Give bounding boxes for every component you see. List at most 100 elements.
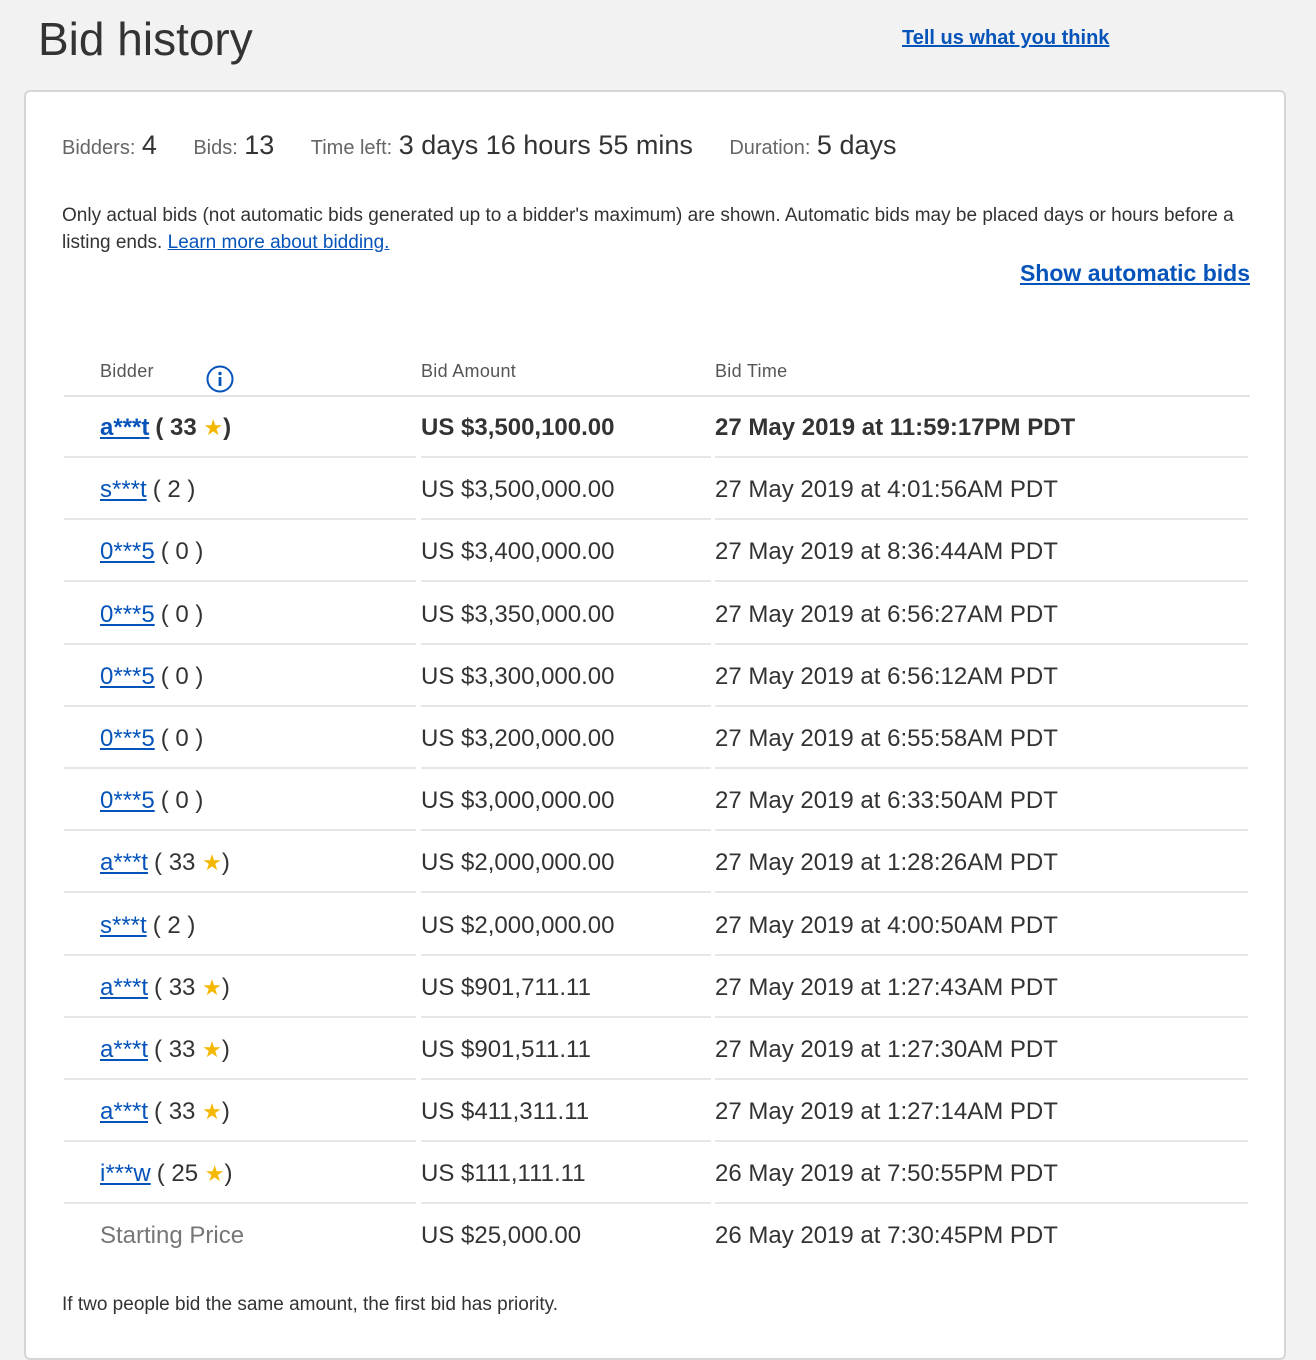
- table-header: Bidder Bid Amount Bid Time: [64, 345, 1250, 397]
- table-row: a***t( 33 ★) US $411,311.11 27 May 2019 at…: [64, 1082, 1254, 1144]
- bid-amount: US $3,000,000.00: [421, 771, 711, 832]
- bid-amount: US $2,000,000.00: [421, 833, 711, 894]
- feedback-open: ( 2 ): [152, 476, 196, 504]
- feedback-open: ( 0 ): [160, 724, 204, 752]
- bid-time: 27 May 2019 at 4:01:56AM PDT: [715, 460, 1248, 521]
- bid-amount: US $901,711.11: [421, 958, 711, 1018]
- bid-time: 27 May 2019 at 4:00:50AM PDT: [715, 896, 1248, 956]
- bid-table-body: a***t( 33 ★) US $3,500,100.00 27 May 2019 …: [64, 398, 1254, 1269]
- feedback-open: ( 0 ): [160, 538, 204, 566]
- priority-footnote: If two people bid the same amount, the f…: [62, 1294, 559, 1315]
- table-row: 0***5( 0 ) US $3,400,000.00 27 May 2019 a…: [64, 522, 1254, 584]
- bidder-cell: 0***5( 0 ): [64, 522, 416, 583]
- bidder-link[interactable]: 0***5: [100, 787, 155, 814]
- feedback-open: ( 0 ): [160, 787, 204, 815]
- feedback-close: ): [224, 1160, 233, 1188]
- bid-amount: US $3,500,000.00: [421, 460, 711, 521]
- feedback-score: ( 25 ★): [157, 1160, 233, 1187]
- bid-time: 27 May 2019 at 6:56:12AM PDT: [715, 647, 1248, 707]
- star-icon: ★: [202, 1099, 222, 1125]
- bidder-link[interactable]: a***t: [100, 849, 148, 876]
- bidder-link[interactable]: 0***5: [100, 663, 155, 690]
- bidder-link[interactable]: s***t: [100, 912, 147, 939]
- starting-price-label: Starting Price: [100, 1222, 245, 1250]
- feedback-open: ( 0 ): [160, 662, 204, 690]
- feedback-score: ( 2 ): [153, 476, 196, 503]
- feedback-close: ): [221, 1098, 230, 1126]
- feedback-open: ( 0 ): [160, 600, 204, 628]
- feedback-score: ( 0 ): [161, 538, 204, 565]
- feedback-close: ): [223, 414, 232, 441]
- bidder-cell: 0***5( 0 ): [64, 585, 416, 645]
- bidder-cell: a***t( 33 ★): [64, 833, 416, 894]
- bid-amount: US $3,500,100.00: [421, 398, 711, 458]
- bid-time: 27 May 2019 at 1:28:26AM PDT: [715, 833, 1248, 894]
- feedback-score: ( 33 ★): [155, 414, 231, 441]
- bid-amount: US $3,300,000.00: [421, 647, 711, 707]
- bidder-link[interactable]: 0***5: [100, 538, 155, 565]
- feedback-open: ( 33: [155, 414, 197, 441]
- feedback-score: ( 33 ★): [154, 1036, 230, 1063]
- feedback-score: ( 0 ): [161, 663, 204, 690]
- table-row: 0***5( 0 ) US $3,350,000.00 27 May 2019 a…: [64, 585, 1254, 647]
- duration: Duration: 5 days: [729, 130, 897, 160]
- bidder-link[interactable]: a***t: [100, 414, 149, 441]
- feedback-score: ( 33 ★): [154, 1098, 230, 1125]
- feedback-open: ( 25: [156, 1160, 199, 1188]
- table-row: s***t( 2 ) US $3,500,000.00 27 May 2019 a…: [64, 460, 1254, 522]
- bidder-link[interactable]: 0***5: [100, 725, 155, 752]
- bidder-cell: 0***5( 0 ): [64, 647, 416, 707]
- table-row: 0***5( 0 ) US $3,000,000.00 27 May 2019 a…: [64, 771, 1254, 833]
- feedback-score: ( 33 ★): [154, 974, 230, 1001]
- feedback-score: ( 33 ★): [154, 849, 230, 876]
- column-header-bidder: Bidder: [100, 361, 234, 393]
- bid-amount: US $3,350,000.00: [421, 585, 711, 645]
- star-icon: ★: [204, 1161, 225, 1187]
- feedback-close: ): [221, 1035, 230, 1063]
- bid-amount: US $411,311.11: [421, 1082, 711, 1143]
- feedback-score: ( 2 ): [153, 912, 196, 939]
- bidder-cell: 0***5( 0 ): [64, 709, 416, 769]
- table-row: a***t( 33 ★) US $901,511.11 27 May 2019 at…: [64, 1020, 1254, 1082]
- table-row: i***w( 25 ★) US $111,111.11 26 May 2019 at…: [64, 1144, 1254, 1206]
- feedback-close: ): [221, 849, 230, 877]
- info-icon[interactable]: [206, 365, 234, 393]
- starting-price-time: 26 May 2019 at 7:30:45PM PDT: [715, 1222, 1058, 1250]
- bid-amount: US $901,511.11: [421, 1020, 711, 1080]
- bidder-cell: a***t( 33 ★): [64, 1020, 416, 1080]
- feedback-link[interactable]: Tell us what you think: [902, 27, 1109, 50]
- star-icon: ★: [202, 974, 222, 1000]
- bidder-cell: s***t( 2 ): [64, 460, 416, 521]
- table-row: s***t( 2 ) US $2,000,000.00 27 May 2019 a…: [64, 896, 1254, 958]
- bidder-cell: i***w( 25 ★): [64, 1144, 416, 1205]
- bid-amount: US $111,111.11: [421, 1144, 711, 1205]
- bidder-link[interactable]: a***t: [100, 974, 148, 1001]
- feedback-score: ( 0 ): [161, 787, 204, 814]
- auction-summary: Bidders: 4 Bids: 13 Time left: 3 days 16…: [62, 130, 928, 161]
- feedback-close: ): [221, 973, 230, 1001]
- bidder-link[interactable]: s***t: [100, 476, 147, 503]
- star-icon: ★: [202, 1036, 222, 1062]
- bid-history-panel: Bidders: 4 Bids: 13 Time left: 3 days 16…: [24, 90, 1286, 1360]
- time-left: Time left: 3 days 16 hours 55 mins: [310, 130, 693, 160]
- bids-count: Bids: 13: [193, 130, 275, 160]
- feedback-open: ( 2 ): [152, 911, 196, 939]
- bidder-cell: s***t( 2 ): [64, 896, 416, 956]
- bidder-link[interactable]: 0***5: [100, 601, 155, 628]
- feedback-open: ( 33: [154, 973, 196, 1001]
- bid-time: 27 May 2019 at 6:56:27AM PDT: [715, 585, 1248, 645]
- table-row: 0***5( 0 ) US $3,300,000.00 27 May 2019 a…: [64, 647, 1254, 709]
- bidder-link[interactable]: a***t: [100, 1036, 148, 1063]
- bid-amount: US $2,000,000.00: [421, 896, 711, 956]
- table-row: a***t( 33 ★) US $901,711.11 27 May 2019 at…: [64, 958, 1254, 1020]
- table-row: 0***5( 0 ) US $3,200,000.00 27 May 2019 a…: [64, 709, 1254, 771]
- star-icon: ★: [203, 415, 224, 440]
- feedback-score: ( 0 ): [161, 725, 204, 752]
- show-automatic-bids-link[interactable]: Show automatic bids: [1020, 260, 1250, 287]
- column-header-bid-amount: Bid Amount: [421, 361, 517, 381]
- feedback-open: ( 33: [154, 1035, 196, 1063]
- bidder-link[interactable]: a***t: [100, 1098, 148, 1125]
- table-row: a***t( 33 ★) US $3,500,100.00 27 May 2019 …: [64, 398, 1254, 460]
- learn-more-link[interactable]: Learn more about bidding.: [168, 232, 390, 253]
- bidder-link[interactable]: i***w: [100, 1160, 151, 1187]
